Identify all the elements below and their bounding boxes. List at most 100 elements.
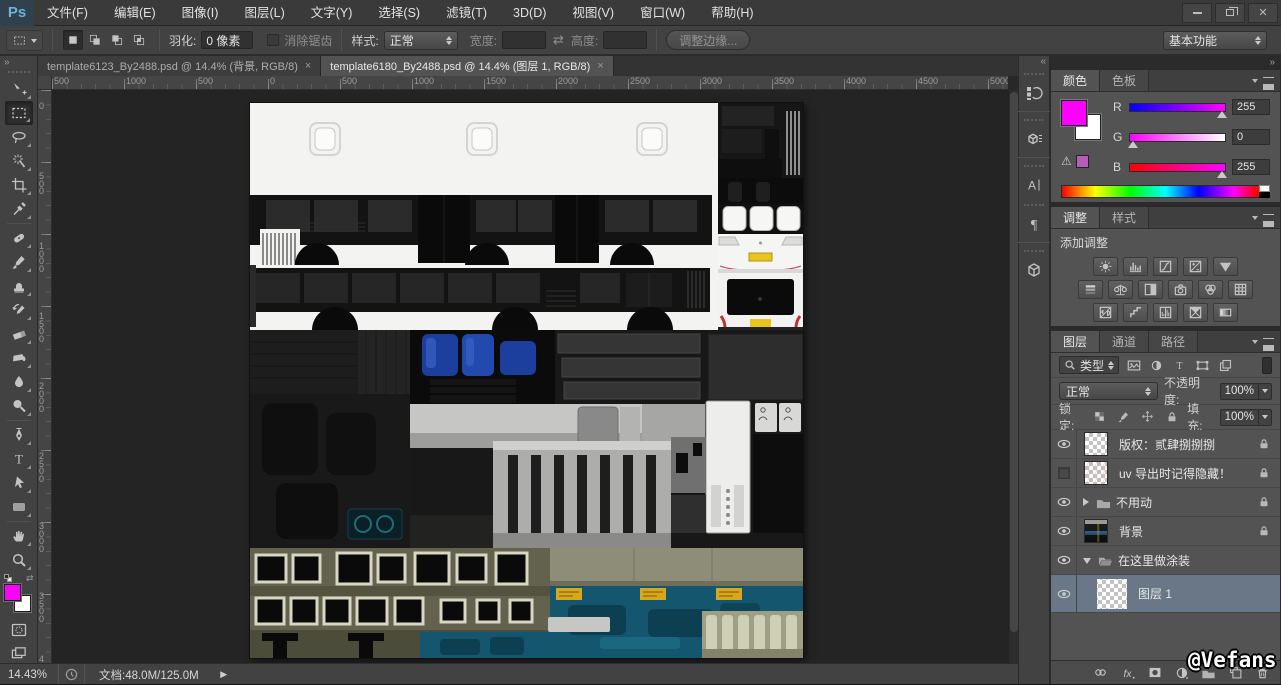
tab-styles[interactable]: 样式: [1100, 207, 1149, 228]
layer-row-background[interactable]: 背景: [1051, 517, 1280, 546]
feather-input[interactable]: 0 像素: [201, 31, 253, 49]
swap-colors-icon[interactable]: ⇄: [26, 573, 34, 584]
layer-thumbnail[interactable]: [1097, 579, 1127, 609]
width-input[interactable]: [502, 31, 546, 49]
adjustment-exposure-button[interactable]: [1183, 257, 1208, 276]
type-tool[interactable]: T: [5, 447, 33, 471]
collapse-toolbar-icon[interactable]: »: [0, 58, 14, 68]
link-button[interactable]: [1092, 665, 1109, 680]
tool-preset-picker[interactable]: [6, 30, 43, 51]
layer-name[interactable]: 背景: [1119, 523, 1143, 540]
tab-paths[interactable]: 路径: [1149, 331, 1198, 352]
adjustment-color-balance-button[interactable]: [1108, 280, 1133, 299]
crop-tool[interactable]: [5, 173, 33, 197]
gamut-warning-icon[interactable]: ⚠: [1061, 154, 1072, 168]
panel-grip[interactable]: [1024, 250, 1044, 252]
style-select[interactable]: 正常: [384, 31, 458, 50]
toolbar-grip[interactable]: [8, 71, 30, 73]
menu-item-view[interactable]: 视图(V): [559, 0, 627, 26]
adjustment-black-white-button[interactable]: [1138, 280, 1163, 299]
adjustment-photo-filter-button[interactable]: [1168, 280, 1193, 299]
tab-layers[interactable]: 图层: [1051, 331, 1100, 352]
adjustment-threshold-button[interactable]: [1153, 303, 1178, 322]
layer-thumbnail[interactable]: [1084, 461, 1108, 485]
panel-menu-button[interactable]: [1252, 207, 1280, 228]
fill-field[interactable]: 100%: [1220, 409, 1272, 426]
adjustment-color-lookup-button[interactable]: [1228, 280, 1253, 299]
minimize-button[interactable]: [1182, 3, 1212, 23]
layer-visibility-toggle[interactable]: [1051, 546, 1077, 574]
lasso-tool[interactable]: [5, 125, 33, 149]
gradient-tool[interactable]: [5, 346, 33, 370]
collapse-group-icon[interactable]: [1083, 558, 1091, 564]
shape-tool[interactable]: [5, 495, 33, 519]
tab-adjustments[interactable]: 调整: [1051, 207, 1100, 228]
adjustment-selective-color-button[interactable]: [1183, 303, 1208, 322]
menu-item-window[interactable]: 窗口(W): [627, 0, 698, 26]
adjustment-filter-icon[interactable]: [1148, 358, 1165, 373]
hand-tool[interactable]: [5, 524, 33, 548]
default-colors-icon[interactable]: [4, 574, 13, 583]
layer-row-paint-group[interactable]: 在这里做涂装: [1051, 546, 1280, 575]
adjustment-posterize-button[interactable]: [1123, 303, 1148, 322]
layer-name[interactable]: uv 导出时记得隐藏！: [1119, 465, 1231, 482]
adjustment-levels-button[interactable]: [1123, 257, 1148, 276]
red-slider[interactable]: [1129, 103, 1226, 112]
blur-tool[interactable]: [5, 370, 33, 394]
refine-edge-button[interactable]: 调整边缘...: [666, 30, 750, 50]
tab-swatches[interactable]: 色板: [1100, 70, 1149, 91]
lock-pixels-button[interactable]: [1115, 410, 1132, 424]
layer-visibility-toggle[interactable]: [1051, 488, 1077, 516]
layer-visibility-toggle[interactable]: [1051, 430, 1077, 458]
zoom-level-field[interactable]: 14.43%: [0, 669, 58, 681]
move-tool[interactable]: [5, 77, 33, 101]
pixel-filter-icon[interactable]: [1125, 358, 1142, 373]
menu-item-filter[interactable]: 滤镜(T): [433, 0, 500, 26]
red-value-field[interactable]: 255: [1232, 99, 1270, 115]
layer-name[interactable]: 不用动: [1116, 494, 1152, 511]
pen-tool[interactable]: [5, 423, 33, 447]
tab-channels[interactable]: 通道: [1100, 331, 1149, 352]
ruler-corner[interactable]: [38, 76, 52, 90]
green-slider[interactable]: [1129, 133, 1226, 142]
document-image[interactable]: [250, 103, 803, 658]
eyedropper-tool[interactable]: [5, 197, 33, 221]
layer-name[interactable]: 图层 1: [1138, 585, 1172, 602]
path-select-tool[interactable]: [5, 471, 33, 495]
foreground-color-swatch[interactable]: [1061, 100, 1087, 126]
tab-color[interactable]: 颜色: [1051, 70, 1100, 91]
adjustment-curves-button[interactable]: [1153, 257, 1178, 276]
menu-item-type[interactable]: 文字(Y): [298, 0, 366, 26]
swap-dimensions-icon[interactable]: ⇄: [553, 32, 564, 48]
green-value-field[interactable]: 0: [1232, 129, 1270, 145]
layer-visibility-toggle[interactable]: [1051, 459, 1077, 487]
blend-mode-select[interactable]: 正常: [1059, 382, 1158, 400]
character-panel-icon[interactable]: A: [1021, 172, 1047, 198]
document-tab-2[interactable]: template6180_By2488.psd @ 14.4% (图层 1, R…: [321, 56, 613, 76]
adjustment-vibrance-button[interactable]: [1213, 257, 1238, 276]
smart-filter-icon[interactable]: [1217, 358, 1234, 373]
status-options-button[interactable]: ▶: [213, 667, 235, 683]
menu-item-file[interactable]: 文件(F): [34, 0, 101, 26]
horizontal-ruler[interactable]: 5001000500050010001500200025003000350040…: [52, 76, 1008, 90]
layer-name[interactable]: 版权：贰肆捌捌捌: [1119, 436, 1215, 453]
panel-grip[interactable]: [1024, 73, 1044, 75]
expand-group-icon[interactable]: [1083, 498, 1089, 506]
restore-button[interactable]: [1215, 3, 1245, 23]
opacity-field[interactable]: 100%: [1220, 383, 1272, 400]
layer-name[interactable]: 在这里做涂装: [1118, 552, 1190, 569]
layer-row-copyright[interactable]: 版权：贰肆捌捌捌: [1051, 430, 1280, 459]
anti-alias-checkbox[interactable]: [267, 34, 279, 46]
layer-mask-button[interactable]: [1147, 665, 1163, 680]
intersect-selection-button[interactable]: [129, 30, 149, 50]
close-tab-icon[interactable]: ×: [597, 60, 603, 72]
workspace-select[interactable]: 基本功能: [1163, 31, 1267, 50]
lock-all-button[interactable]: [1163, 410, 1180, 424]
new-adjustment-button[interactable]: [1174, 665, 1189, 680]
zoom-tool[interactable]: [5, 548, 33, 572]
subtract-selection-button[interactable]: [107, 30, 127, 50]
menu-item-help[interactable]: 帮助(H): [698, 0, 766, 26]
layer-thumbnail[interactable]: [1084, 519, 1108, 543]
layer-row-uv-note[interactable]: uv 导出时记得隐藏！: [1051, 459, 1280, 488]
menu-item-select[interactable]: 选择(S): [365, 0, 433, 26]
